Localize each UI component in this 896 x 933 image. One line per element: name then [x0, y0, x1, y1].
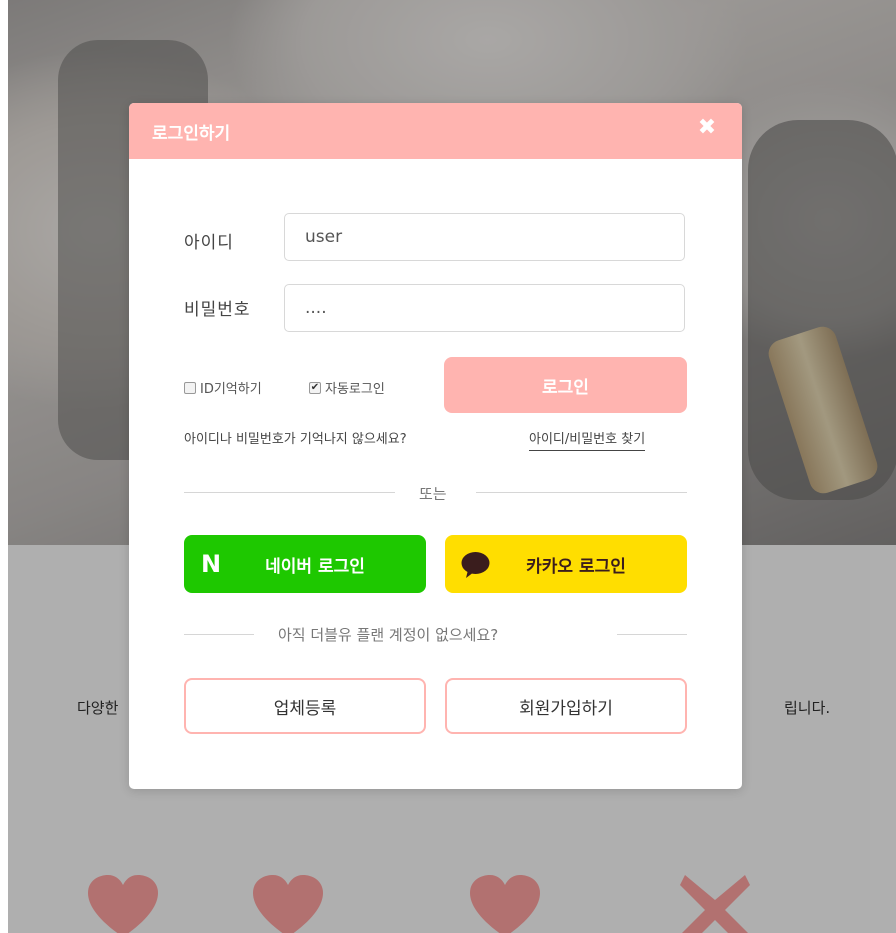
divider-line [617, 634, 687, 635]
remember-id-checkbox[interactable] [184, 381, 196, 394]
password-input[interactable] [284, 284, 685, 332]
divider-line [476, 492, 687, 493]
password-label: 비밀번호 [184, 300, 251, 320]
naver-login-label: 네이버 로그인 [265, 557, 365, 577]
or-divider-text: 또는 [419, 485, 447, 503]
divider-line [184, 634, 254, 635]
signup-button[interactable]: 회원가입하기 [445, 678, 687, 734]
modal-title: 로그인하기 [152, 124, 231, 144]
background-text-right: 립니다. [784, 699, 831, 717]
login-modal: 로그인하기 ✖ 아이디 비밀번호 ID기억하기 ✔ 자동로그인 로그인 아이디나… [129, 103, 742, 789]
no-account-text: 아직 더블유 플랜 계정이 없으세요? [278, 626, 499, 644]
kakao-login-label: 카카오 로그인 [526, 557, 626, 577]
auto-login-option[interactable]: ✔ 자동로그인 [309, 378, 385, 397]
heart-icon [470, 875, 540, 933]
kakao-login-button[interactable]: 카카오 로그인 [445, 535, 687, 593]
naver-login-button[interactable]: N 네이버 로그인 [184, 535, 426, 593]
auto-login-label: 자동로그인 [325, 382, 385, 397]
divider-line [184, 492, 395, 493]
forgot-text: 아이디나 비밀번호가 기억나지 않으세요? [184, 432, 407, 447]
modal-header: 로그인하기 ✖ [129, 103, 742, 159]
x-shape-icon [680, 875, 750, 933]
auto-login-checkbox[interactable]: ✔ [309, 381, 321, 394]
id-label: 아이디 [184, 233, 234, 253]
login-button[interactable]: 로그인 [444, 357, 687, 413]
heart-icon [88, 875, 158, 933]
heart-icon [253, 875, 323, 933]
company-register-button[interactable]: 업체등록 [184, 678, 426, 734]
background-text-left: 다양한 [77, 699, 119, 717]
id-input[interactable] [284, 213, 685, 261]
remember-id-option[interactable]: ID기억하기 [184, 378, 262, 397]
find-id-password-link[interactable]: 아이디/비밀번호 찾기 [529, 428, 646, 451]
remember-id-label: ID기억하기 [200, 382, 262, 397]
close-icon[interactable]: ✖ [696, 117, 718, 139]
